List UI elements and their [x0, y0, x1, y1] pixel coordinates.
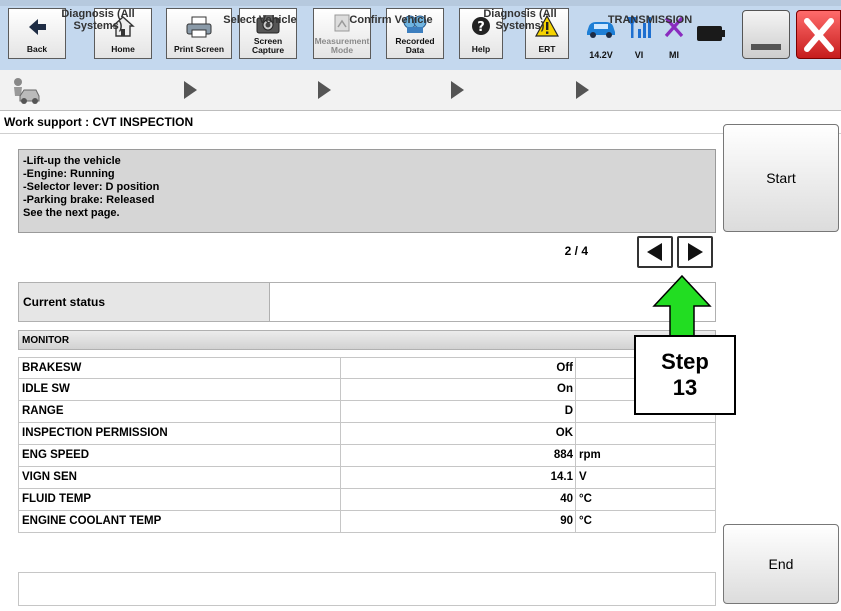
- monitor-item-value: OK: [341, 423, 576, 444]
- step-callout-line2: 13: [672, 375, 698, 400]
- breadcrumb-item-confirm-vehicle[interactable]: Confirm Vehicle: [336, 0, 446, 40]
- end-button[interactable]: End: [723, 524, 839, 604]
- instruction-line: -Engine: Running: [23, 168, 115, 180]
- instructions-box: -Lift-up the vehicle -Engine: Running -S…: [18, 149, 716, 233]
- screen-capture-label-2: Capture: [251, 45, 285, 55]
- breadcrumb-arrow-icon: [318, 81, 331, 99]
- minimize-button[interactable]: [742, 10, 790, 59]
- page-indicator: 2 / 4: [564, 244, 588, 258]
- table-row: ENG SPEED 884 rpm: [18, 445, 716, 467]
- print-screen-label: Print Screen: [173, 44, 225, 54]
- back-label: Back: [26, 44, 48, 54]
- monitor-item-value: Off: [341, 358, 576, 379]
- monitor-item-unit: V: [579, 471, 587, 483]
- close-button[interactable]: [796, 10, 841, 59]
- table-row: BRAKESW Off: [18, 357, 716, 379]
- breadcrumb: [0, 70, 841, 111]
- monitor-item-name: ENGINE COOLANT TEMP: [19, 511, 341, 532]
- close-icon: [804, 18, 834, 52]
- voltage-label: 14.2V: [589, 50, 613, 60]
- next-page-button[interactable]: [677, 236, 713, 268]
- monitor-item-value: 90: [341, 511, 576, 532]
- monitor-header: MONITOR: [18, 330, 716, 350]
- minimize-icon: [751, 44, 781, 50]
- instruction-line: See the next page.: [23, 207, 120, 219]
- table-row: FLUID TEMP 40 °C: [18, 489, 716, 511]
- monitor-item-value: D: [341, 401, 576, 422]
- breadcrumb-arrow-icon: [451, 81, 464, 99]
- monitor-item-name: RANGE: [19, 401, 341, 422]
- monitor-item-unit: rpm: [579, 449, 601, 461]
- recorded-data-label-2: Data: [405, 45, 425, 55]
- breadcrumb-item-select-vehicle[interactable]: Select Vehicle: [208, 0, 312, 40]
- mi-label: MI: [669, 50, 679, 60]
- breadcrumb-item-diagnosis-2[interactable]: Diagnosis (All Systems): [474, 0, 566, 40]
- table-row: INSPECTION PERMISSION OK: [18, 423, 716, 445]
- monitor-item-unit: °C: [579, 493, 592, 505]
- monitor-item-unit: [578, 423, 716, 444]
- empty-panel: [18, 572, 716, 606]
- triangle-left-icon: [647, 243, 662, 261]
- breadcrumb-arrow-icon: [576, 81, 589, 99]
- table-row: RANGE D: [18, 401, 716, 423]
- step-callout-line1: Step: [661, 349, 709, 374]
- start-button[interactable]: Start: [723, 124, 839, 232]
- monitor-item-unit: °C: [579, 515, 592, 527]
- monitor-item-name: FLUID TEMP: [19, 489, 341, 510]
- vi-label: VI: [634, 50, 644, 60]
- current-status-label: Current status: [18, 282, 270, 322]
- monitor-item-name: BRAKESW: [19, 358, 341, 379]
- monitor-item-name: ENG SPEED: [19, 445, 341, 466]
- breadcrumb-arrow-icon: [184, 81, 197, 99]
- table-row: VIGN SEN 14.1 V: [18, 467, 716, 489]
- diagnosis-car-icon: [8, 74, 40, 106]
- monitor-item-value: 884: [341, 445, 576, 466]
- ert-label: ERT: [538, 44, 556, 54]
- monitor-item-name: VIGN SEN: [19, 467, 341, 488]
- monitor-item-value: On: [341, 379, 576, 400]
- monitor-item-name: INSPECTION PERMISSION: [19, 423, 341, 444]
- triangle-right-icon: [688, 243, 703, 261]
- table-row: ENGINE COOLANT TEMP 90 °C: [18, 511, 716, 533]
- monitor-item-value: 40: [341, 489, 576, 510]
- page-title: Work support : CVT INSPECTION: [4, 115, 194, 129]
- breadcrumb-item-transmission[interactable]: TRANSMISSION: [598, 0, 702, 40]
- monitor-item-value: 14.1: [341, 467, 576, 488]
- instruction-line: -Selector lever: D position: [23, 181, 160, 193]
- breadcrumb-item-diagnosis[interactable]: Diagnosis (All Systems): [48, 0, 148, 40]
- previous-page-button[interactable]: [637, 236, 673, 268]
- table-row: IDLE SW On: [18, 379, 716, 401]
- monitor-item-name: IDLE SW: [19, 379, 341, 400]
- home-label: Home: [111, 44, 135, 54]
- help-label: Help: [471, 44, 491, 54]
- instruction-line: -Parking brake: Released: [23, 194, 155, 206]
- green-up-arrow-icon: [650, 274, 714, 338]
- step-callout: Step 13: [634, 335, 736, 415]
- instruction-line: -Lift-up the vehicle: [23, 155, 121, 167]
- measurement-label-2: Mode: [330, 45, 354, 55]
- current-status-value: [269, 282, 716, 322]
